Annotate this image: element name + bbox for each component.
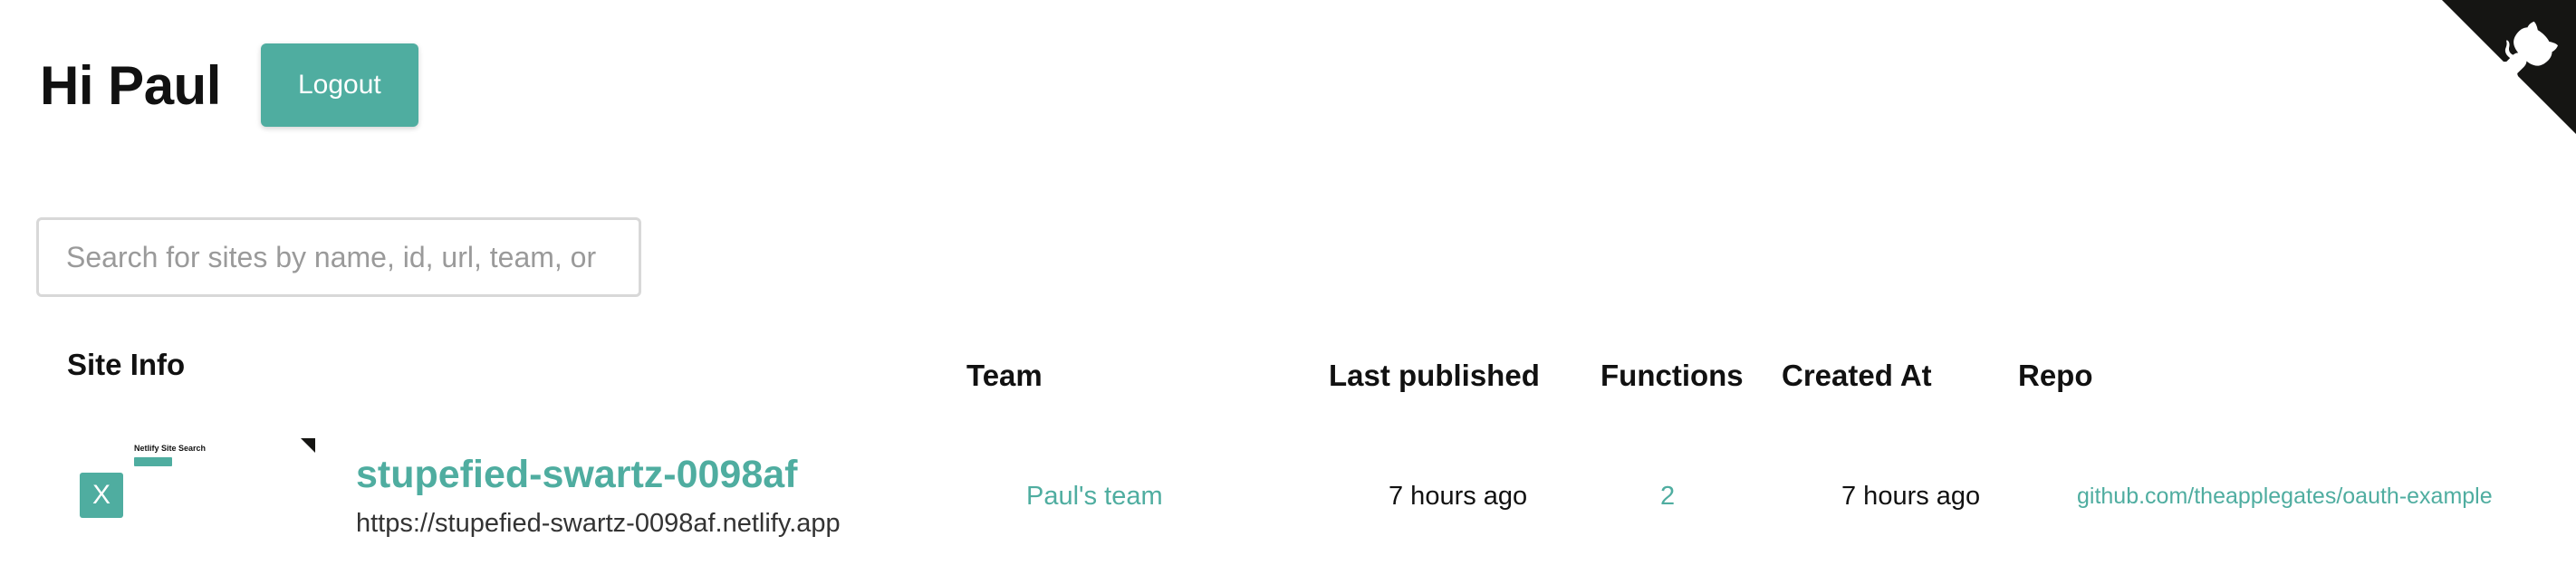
github-octocat-icon: [2442, 0, 2576, 134]
column-header-functions: Functions: [1600, 359, 1744, 392]
site-badge: X: [80, 473, 123, 518]
column-header-team: Team: [966, 359, 1043, 392]
thumbnail-title: Netlify Site Search: [134, 444, 207, 453]
site-name-link[interactable]: stupefied-swartz-0098af: [356, 453, 798, 497]
last-published-value: 7 hours ago: [1389, 482, 1528, 511]
header: Hi Paul Logout: [40, 43, 418, 127]
greeting-heading: Hi Paul: [40, 54, 221, 116]
github-corner-link[interactable]: [2442, 0, 2576, 134]
github-corner-icon: [301, 438, 315, 453]
page: Hi Paul Logout Site Info Team Last publi…: [0, 0, 2576, 565]
column-header-last-published: Last published: [1329, 359, 1540, 392]
site-url: https://stupefied-swartz-0098af.netlify.…: [356, 509, 841, 538]
repo-link[interactable]: github.com/theapplegates/oauth-example: [2077, 484, 2493, 510]
logout-button[interactable]: Logout: [260, 43, 418, 127]
column-header-site-info: Site Info: [67, 348, 186, 381]
team-link[interactable]: Paul's team: [1026, 482, 1163, 512]
thumbnail-button: [134, 457, 172, 466]
search-input[interactable]: [36, 217, 641, 297]
created-at-value: 7 hours ago: [1841, 482, 1981, 511]
column-header-created-at: Created At: [1782, 359, 1932, 392]
functions-count-link[interactable]: 2: [1660, 482, 1675, 512]
column-header-repo: Repo: [2018, 359, 2093, 392]
